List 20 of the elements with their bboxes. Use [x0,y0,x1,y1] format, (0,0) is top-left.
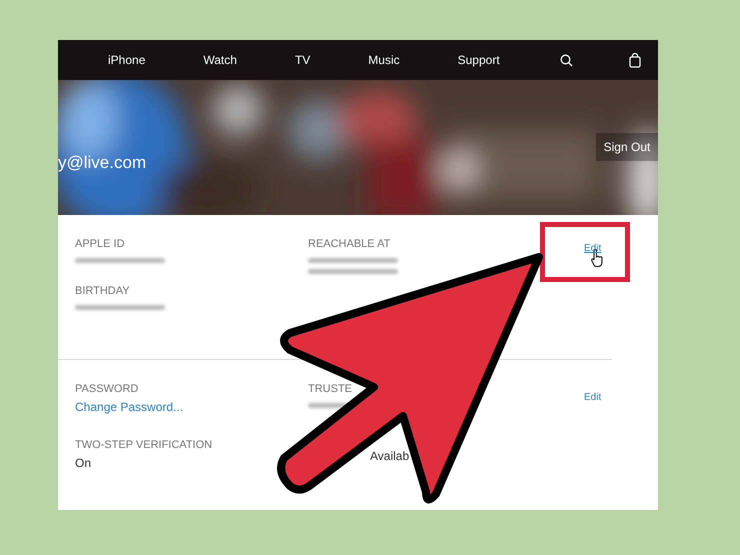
nav-link[interactable]: iPhone [108,51,146,69]
field-label: TRUSTE [308,382,352,397]
nav-link[interactable]: Support [458,51,500,69]
edit-link[interactable]: Edit [584,390,602,405]
edit-link[interactable]: Edit [584,241,602,256]
search-icon[interactable] [560,54,573,66]
field-label: APPLE ID [75,237,125,252]
field-label: REACHABLE AT [308,237,390,252]
account-email: y@live.com [58,152,146,174]
nav-link[interactable]: Music [368,51,400,69]
shopping-bag-icon[interactable] [628,52,641,68]
field-value: On [75,455,92,472]
field-label: PASSWORD [75,382,138,397]
nav-link[interactable]: Watch [203,51,237,69]
nav-link[interactable]: TV [294,51,310,69]
field-value: Availab [370,448,410,465]
field-label: BIRTHDAY [75,284,130,299]
change-password-link[interactable]: Change Password... [75,397,308,417]
field-label: TWO-STEP VERIFICATION [75,438,212,453]
sign-out-button[interactable]: Sign Out [596,133,658,161]
